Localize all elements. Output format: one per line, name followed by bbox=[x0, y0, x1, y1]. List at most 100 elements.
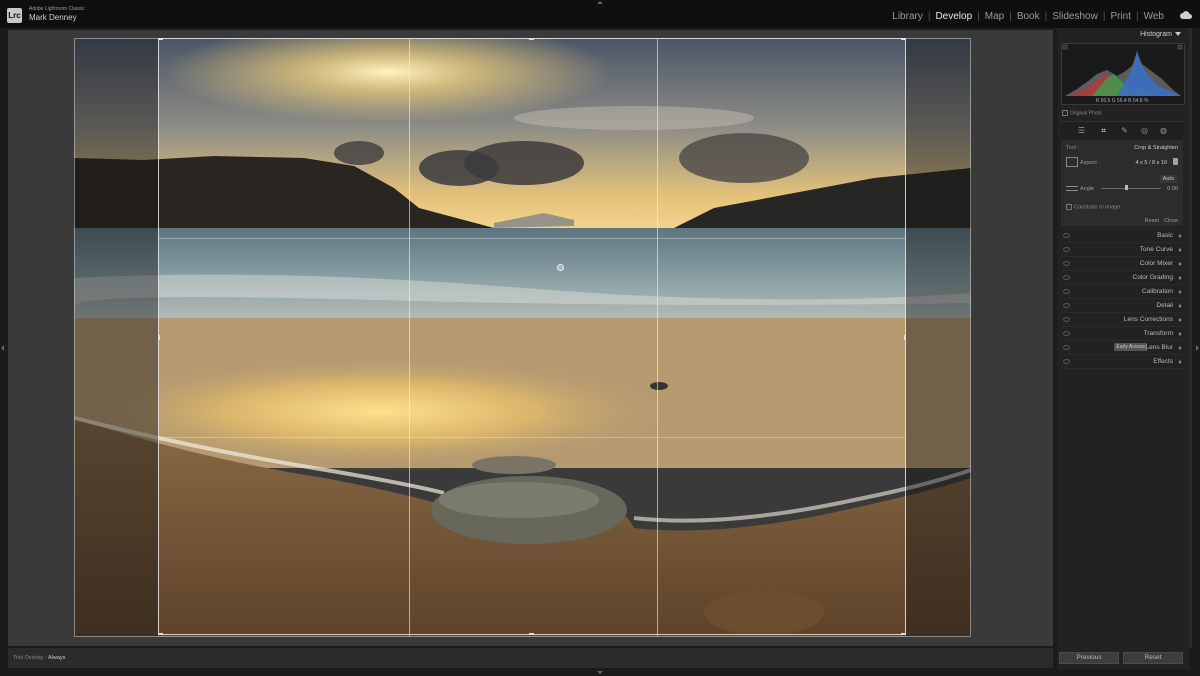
angle-slider[interactable] bbox=[1101, 188, 1161, 189]
crop-handle-top-right[interactable] bbox=[901, 38, 906, 40]
crop-close-button[interactable]: Close bbox=[1164, 218, 1178, 224]
angle-label: Angle bbox=[1080, 186, 1095, 192]
triangle-left-icon bbox=[1178, 248, 1181, 252]
eye-icon[interactable] bbox=[1063, 261, 1070, 266]
auto-button[interactable]: Auto bbox=[1159, 175, 1177, 183]
collapse-top-panel-icon[interactable] bbox=[597, 1, 603, 4]
crop-icon[interactable]: ⌗ bbox=[1099, 126, 1108, 135]
module-separator: | bbox=[1044, 11, 1048, 22]
crop-grid-line bbox=[159, 437, 905, 438]
checkbox-icon[interactable] bbox=[1066, 204, 1072, 210]
crop-handle-bottom-left[interactable] bbox=[158, 633, 163, 635]
section-label: Detail bbox=[1156, 302, 1173, 309]
angle-slider-knob[interactable] bbox=[1125, 185, 1128, 190]
eye-icon[interactable] bbox=[1063, 345, 1070, 350]
constrain-to-image-toggle[interactable]: Constrain to image bbox=[1066, 204, 1120, 210]
eye-icon[interactable] bbox=[1063, 233, 1070, 238]
section-label: Color Mixer bbox=[1139, 260, 1173, 267]
top-bar: Lrc Adobe Lightroom Classic Mark Denney … bbox=[0, 0, 1200, 28]
right-panel-scrollbar[interactable] bbox=[1189, 28, 1192, 648]
crop-grid-line bbox=[657, 39, 658, 636]
crop-handle-top-left[interactable] bbox=[158, 38, 163, 40]
angle-value[interactable]: 0.00 bbox=[1167, 186, 1178, 192]
cloud-icon[interactable] bbox=[1180, 11, 1192, 19]
histogram[interactable] bbox=[1061, 43, 1185, 105]
triangle-left-icon bbox=[1178, 332, 1181, 336]
b-label: B bbox=[1128, 98, 1132, 104]
collapse-right-panel-icon[interactable] bbox=[1196, 345, 1199, 351]
aspect-select[interactable]: 4 x 5 / 8 x 10 bbox=[1136, 160, 1168, 166]
crop-frame[interactable] bbox=[158, 38, 906, 636]
section-detail[interactable]: Detail bbox=[1061, 299, 1183, 313]
section-color-grading[interactable]: Color Grading bbox=[1061, 271, 1183, 285]
section-basic[interactable]: Basic bbox=[1061, 229, 1183, 243]
b-value: 54.8 bbox=[1132, 98, 1143, 104]
crop-handle-bottom[interactable] bbox=[529, 633, 534, 635]
section-lens-blur[interactable]: Early Access Lens Blur bbox=[1061, 341, 1183, 355]
g-label: G bbox=[1111, 98, 1116, 104]
histogram-graph bbox=[1062, 44, 1183, 96]
sliders-icon[interactable]: ☰ bbox=[1077, 126, 1086, 135]
section-color-mixer[interactable]: Color Mixer bbox=[1061, 257, 1183, 271]
straighten-tool-icon[interactable] bbox=[1066, 186, 1078, 191]
module-separator: | bbox=[977, 11, 980, 22]
healing-brush-icon[interactable]: ✎ bbox=[1120, 126, 1129, 135]
eye-icon[interactable] bbox=[1063, 247, 1070, 252]
section-tone-curve[interactable]: Tone Curve bbox=[1061, 243, 1183, 257]
previous-button[interactable]: Previous bbox=[1059, 652, 1119, 664]
eye-icon[interactable] bbox=[1063, 359, 1070, 364]
crop-frame-tool-icon[interactable] bbox=[1066, 157, 1078, 167]
crop-handle-left[interactable] bbox=[158, 335, 160, 340]
r-value: 56.5 bbox=[1100, 98, 1111, 104]
unit-label: % bbox=[1143, 98, 1149, 104]
module-separator: | bbox=[1009, 11, 1012, 22]
crop-handle-right[interactable] bbox=[904, 335, 906, 340]
module-web[interactable]: Web bbox=[1144, 11, 1164, 22]
crop-mask-right bbox=[906, 38, 971, 637]
eye-icon[interactable] bbox=[1063, 289, 1070, 294]
expand-filmstrip-icon[interactable] bbox=[597, 671, 603, 674]
eye-icon[interactable] bbox=[1063, 303, 1070, 308]
section-label: Lens Blur bbox=[1145, 344, 1173, 351]
image-canvas[interactable] bbox=[8, 30, 1053, 646]
histogram-title: Histogram bbox=[1140, 31, 1172, 38]
original-photo-toggle[interactable]: Original Photo bbox=[1062, 110, 1102, 116]
section-transform[interactable]: Transform bbox=[1061, 327, 1183, 341]
red-eye-icon[interactable]: ◎ bbox=[1140, 126, 1149, 135]
section-lens-corrections[interactable]: Lens Corrections bbox=[1061, 313, 1183, 327]
module-book[interactable]: Book bbox=[1017, 11, 1040, 22]
module-print[interactable]: Print bbox=[1110, 11, 1131, 22]
module-slideshow[interactable]: Slideshow bbox=[1052, 11, 1098, 22]
crop-reset-button[interactable]: Reset bbox=[1145, 218, 1159, 224]
module-develop[interactable]: Develop bbox=[935, 11, 972, 22]
module-separator: | bbox=[927, 11, 931, 22]
masking-icon[interactable]: ◍ bbox=[1159, 126, 1168, 135]
eye-icon[interactable] bbox=[1063, 317, 1070, 322]
early-access-badge: Early Access bbox=[1114, 343, 1147, 351]
checkbox-icon[interactable] bbox=[1062, 110, 1068, 116]
eye-icon[interactable] bbox=[1063, 331, 1070, 336]
crop-handle-top[interactable] bbox=[529, 38, 534, 40]
aspect-label: Aspect : bbox=[1080, 160, 1100, 166]
photo-preview[interactable] bbox=[74, 38, 971, 637]
triangle-left-icon bbox=[1178, 318, 1181, 322]
section-label: Transform bbox=[1143, 330, 1173, 337]
triangle-down-icon bbox=[1175, 32, 1181, 37]
crop-handle-bottom-right[interactable] bbox=[901, 633, 906, 635]
module-map[interactable]: Map bbox=[985, 11, 1004, 22]
user-name[interactable]: Mark Denney bbox=[29, 13, 77, 22]
module-library[interactable]: Library bbox=[892, 11, 923, 22]
section-effects[interactable]: Effects bbox=[1061, 355, 1183, 369]
reset-button[interactable]: Reset bbox=[1123, 652, 1183, 664]
triangle-left-icon bbox=[1178, 290, 1181, 294]
section-label: Color Grading bbox=[1132, 274, 1173, 281]
histogram-header[interactable]: Histogram bbox=[1140, 31, 1181, 38]
triangle-left-icon bbox=[1178, 346, 1181, 350]
eye-icon[interactable] bbox=[1063, 275, 1070, 280]
section-calibration[interactable]: Calibration bbox=[1061, 285, 1183, 299]
tool-strip: ☰ ⌗ ✎ ◎ ◍ bbox=[1061, 121, 1183, 141]
lock-icon[interactable] bbox=[1173, 158, 1178, 165]
crop-center-marker[interactable] bbox=[557, 264, 564, 271]
expand-left-panel-icon[interactable] bbox=[1, 345, 4, 351]
tool-overlay-select[interactable]: Always bbox=[48, 655, 65, 661]
